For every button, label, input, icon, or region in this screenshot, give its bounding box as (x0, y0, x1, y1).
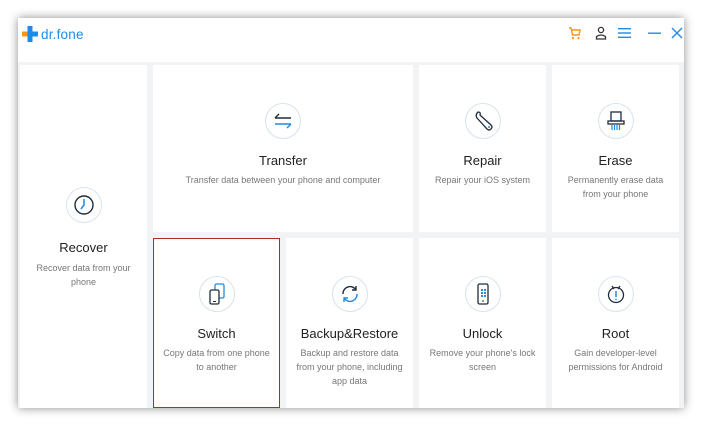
minimize-icon (647, 32, 661, 34)
module-card-root[interactable]: Root Gain developer-level permissions fo… (552, 238, 679, 408)
wrench-icon (464, 103, 501, 139)
minimize-button[interactable] (646, 24, 662, 42)
title-bar: dr.fone (18, 18, 684, 62)
app-window: dr.fone Recover Recover data from your p… (18, 18, 684, 408)
module-card-unlock[interactable]: Unlock Remove your phone's lock screen (419, 238, 546, 408)
phones-switch-icon (198, 276, 235, 312)
user-icon (595, 26, 607, 40)
module-description: Recover data from your phone (36, 263, 131, 287)
shredder-icon (597, 103, 634, 139)
module-title: Repair (463, 153, 502, 168)
clock-icon (65, 187, 102, 223)
sync-icon (331, 276, 368, 312)
plus-logo-icon (22, 26, 38, 42)
module-card-backup-restore[interactable]: Backup&Restore Backup and restore data f… (286, 238, 413, 408)
cart-button[interactable] (567, 24, 583, 42)
module-description: Permanently erase data from your phone (567, 175, 664, 199)
module-description: Backup and restore data from your phone,… (296, 348, 403, 386)
module-title: Transfer (259, 153, 307, 168)
account-button[interactable] (593, 24, 609, 42)
module-card-recover[interactable]: Recover Recover data from your phone (20, 65, 147, 408)
module-card-switch[interactable]: Switch Copy data from one phone to anoth… (153, 238, 280, 408)
module-description: Transfer data between your phone and com… (185, 175, 381, 185)
app-name: dr.fone (41, 26, 84, 42)
module-title: Root (601, 326, 630, 341)
module-description: Gain developer-level permissions for And… (568, 348, 663, 372)
android-icon (597, 276, 634, 312)
transfer-arrows-icon (265, 103, 301, 139)
module-title: Unlock (462, 326, 503, 341)
cart-icon (569, 27, 581, 40)
module-description: Repair your iOS system (434, 175, 531, 185)
module-card-repair[interactable]: Repair Repair your iOS system (419, 65, 546, 232)
module-card-erase[interactable]: Erase Permanently erase data from your p… (552, 65, 679, 232)
module-title: Backup&Restore (300, 326, 399, 341)
module-title: Switch (197, 326, 236, 341)
module-card-transfer[interactable]: Transfer Transfer data between your phon… (153, 65, 413, 232)
module-description: Copy data from one phone to another (163, 348, 270, 372)
app-logo: dr.fone (22, 24, 84, 44)
module-title: Erase (598, 153, 633, 168)
module-title: Recover (59, 240, 108, 255)
menu-icon (617, 28, 631, 38)
close-button[interactable] (670, 24, 684, 42)
phone-lock-icon (464, 276, 501, 312)
close-icon (671, 27, 683, 39)
module-description: Remove your phone's lock screen (429, 348, 536, 372)
menu-button[interactable] (616, 24, 632, 42)
